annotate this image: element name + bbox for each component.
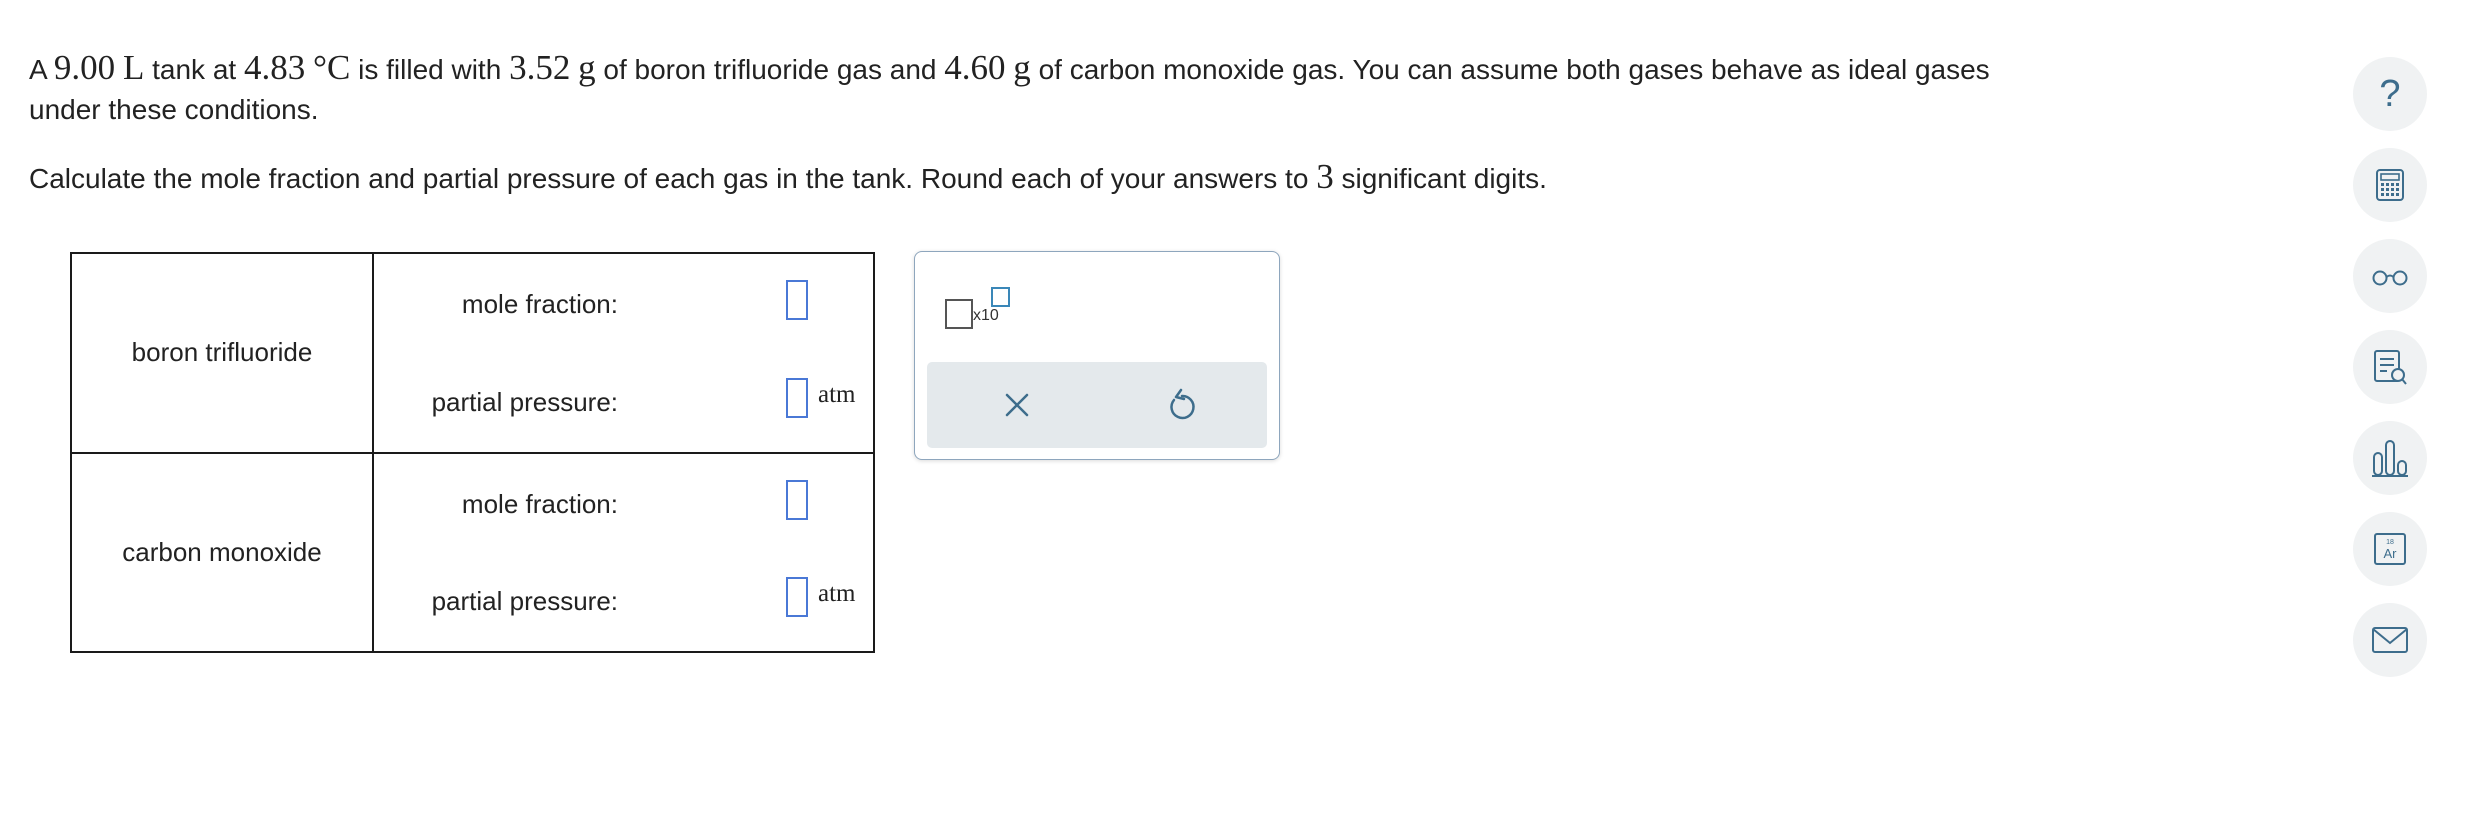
undo-button[interactable] — [1157, 380, 1207, 430]
instruction-text: significant digits. — [1333, 163, 1547, 194]
clear-button[interactable] — [992, 380, 1042, 430]
undo-icon — [1170, 388, 1195, 420]
mail-icon — [2372, 627, 2408, 653]
mass1-unit: g — [578, 48, 596, 87]
problem-text: of carbon monoxide gas. You can assume b… — [1030, 54, 1990, 85]
problem-text: under these conditions. — [29, 94, 319, 125]
mole-fraction-input[interactable] — [786, 479, 808, 520]
problem-instructions: Calculate the mole fraction and partial … — [29, 157, 2299, 199]
problem-statement: A 9.00 L tank at 4.83 °C is filled with … — [29, 48, 2299, 130]
worksheet-button[interactable] — [2353, 330, 2427, 404]
answer-table: boron trifluoride mole fraction: partial… — [70, 252, 875, 653]
gas-name: boron trifluoride — [70, 252, 374, 454]
answer-cell: mole fraction: partial pressure: atm — [372, 252, 875, 454]
partial-pressure-input[interactable] — [786, 377, 808, 418]
mass2-unit: g — [1013, 48, 1031, 87]
data-button[interactable] — [2353, 421, 2427, 495]
mole-fraction-label: mole fraction: — [461, 488, 618, 519]
gas-name: carbon monoxide — [70, 451, 374, 653]
pressure-unit: atm — [818, 380, 856, 408]
table-row: carbon monoxide mole fraction: partial p… — [70, 451, 875, 653]
reader-button[interactable] — [2353, 239, 2427, 313]
mole-fraction-input[interactable] — [786, 280, 808, 320]
mole-fraction-label: mole fraction: — [461, 289, 618, 319]
popup-action-bar — [927, 362, 1267, 448]
problem-text: of boron trifluoride gas and — [595, 54, 945, 85]
mass1-value: 3.52 — [509, 48, 571, 87]
partial-pressure-row: partial pressure: atm — [374, 551, 873, 651]
calculator-button[interactable] — [2353, 148, 2427, 222]
instruction-text: Calculate the mole fraction and partial … — [29, 163, 1317, 194]
table-row: boron trifluoride mole fraction: partial… — [70, 252, 875, 454]
x10-label: x10 — [973, 307, 999, 324]
scientific-notation-button[interactable]: x10 — [945, 282, 1025, 332]
mail-button[interactable] — [2353, 603, 2427, 677]
periodic-symbol: Ar — [2384, 546, 2398, 561]
problem-text: A — [29, 54, 54, 85]
mole-fraction-row: mole fraction: — [374, 254, 873, 354]
worksheet-icon — [2374, 350, 2407, 385]
pressure-unit: atm — [818, 580, 856, 607]
periodic-number: 18 — [2386, 539, 2394, 546]
problem-text: is filled with — [350, 54, 510, 85]
help-icon: ? — [2379, 73, 2401, 115]
temperature-value: 4.83 — [243, 48, 306, 87]
answer-cell: mole fraction: partial pressure: atm — [372, 451, 875, 653]
help-button[interactable]: ? — [2353, 57, 2427, 131]
mantissa-box-icon — [945, 299, 973, 329]
mole-fraction-row: mole fraction: — [374, 454, 873, 554]
partial-pressure-label: partial pressure: — [431, 586, 618, 616]
calculator-icon — [2376, 169, 2404, 201]
partial-pressure-row: partial pressure: atm — [374, 352, 873, 452]
partial-pressure-label: partial pressure: — [431, 386, 618, 417]
temperature-unit: °C — [313, 48, 351, 87]
periodic-table-icon: 18 Ar — [2374, 533, 2406, 565]
periodic-table-button[interactable]: 18 Ar — [2353, 512, 2427, 586]
problem-text: tank at — [144, 54, 244, 85]
volume-unit: L — [122, 48, 145, 87]
glasses-icon — [2372, 270, 2408, 286]
math-editor-popup: x10 — [914, 251, 1280, 460]
exponent-box-icon — [991, 287, 1010, 307]
significant-digits-value: 3 — [1316, 157, 1334, 196]
mass2-value: 4.60 — [944, 48, 1006, 87]
bar-chart-icon — [2372, 440, 2408, 477]
partial-pressure-input[interactable] — [786, 577, 808, 617]
volume-value: 9.00 — [53, 48, 116, 87]
clear-icon — [1005, 393, 1029, 417]
